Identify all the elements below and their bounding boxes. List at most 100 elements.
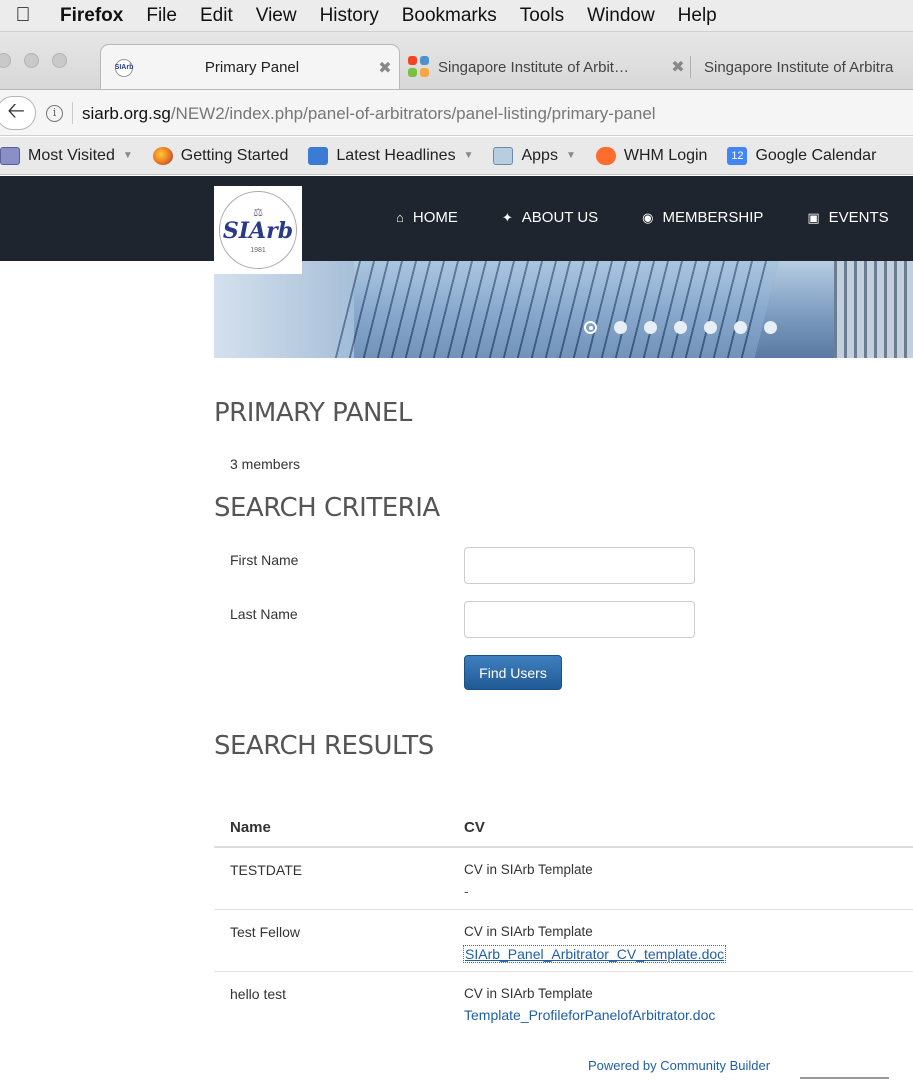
tab-singapore-institute-1[interactable]: Singapore Institute of Arbit… ✖ [402,44,692,89]
menu-file[interactable]: File [146,5,177,27]
tab-singapore-institute-2[interactable]: Singapore Institute of Arbitra [704,44,913,89]
page-title: PRIMARY PANEL [214,398,412,428]
chevron-down-icon: ▼ [463,150,474,161]
hero-banner [214,261,913,358]
menu-tools[interactable]: Tools [520,5,564,27]
siarb-logo[interactable]: ⚖ SIArb 1981 [214,186,302,274]
chevron-down-icon: ▼ [565,150,576,161]
firefox-icon [152,146,173,165]
nav-membership[interactable]: ◉ MEMBERSHIP [642,209,763,226]
minimize-window-button[interactable] [24,53,39,68]
table-header: Name CV [214,806,913,848]
close-tab-icon[interactable]: ✖ [664,57,692,77]
slider-dot[interactable] [704,321,717,334]
slider-dot[interactable] [674,321,687,334]
first-name-input[interactable] [464,547,695,584]
bookmark-label: Latest Headlines [336,146,456,164]
menu-help[interactable]: Help [678,5,717,27]
column-header-name: Name [230,819,271,836]
close-window-button[interactable] [0,53,11,68]
first-name-label: First Name [230,552,299,568]
main-nav: ⌂ HOME ✦ ABOUT US ◉ MEMBERSHIP ▣ EVENTS [396,209,913,226]
bookmark-label: Most Visited [28,146,115,164]
slider-dot[interactable] [584,321,597,334]
cv-empty: - [464,883,469,899]
back-button[interactable]: 🡠 [0,96,36,130]
bookmark-most-visited[interactable]: Most Visited ▼ [0,146,133,165]
chevron-down-icon: ▼ [122,150,133,161]
results-table: Name CV TESTDATE CV in SIArb Template - … [214,806,913,1034]
last-name-label: Last Name [230,606,298,622]
slider-dot[interactable] [644,321,657,334]
banner-building-right [834,261,913,358]
tab-divider [690,56,691,78]
member-name[interactable]: TESTDATE [230,862,302,878]
member-name[interactable]: Test Fellow [230,924,300,940]
cv-label: CV in SIArb Template [464,924,593,939]
menu-bookmarks[interactable]: Bookmarks [402,5,497,27]
nav-home[interactable]: ⌂ HOME [396,209,458,226]
globe-icon: ◉ [642,209,654,225]
nav-label: ABOUT US [521,209,599,226]
site-info-icon[interactable]: i [46,105,63,122]
cpanel-icon [595,146,616,165]
zoom-window-button[interactable] [52,53,67,68]
bookmark-apps[interactable]: Apps ▼ [493,146,576,165]
bookmark-label: Google Calendar [755,146,877,164]
cv-label: CV in SIArb Template [464,862,593,877]
column-header-cv: CV [464,819,485,836]
siarb-favicon-icon: SIArb [115,58,133,77]
table-row: Test Fellow CV in SIArb Template SIArb_P… [214,910,913,972]
slider-dots [584,321,794,334]
footer-divider [800,1077,889,1079]
close-tab-icon[interactable]: ✖ [371,58,399,78]
powered-by-link[interactable]: Powered by Community Builder [588,1058,770,1073]
url-divider [72,102,73,124]
slider-dot[interactable] [734,321,747,334]
menu-history[interactable]: History [320,5,379,27]
table-row: TESTDATE CV in SIArb Template - [214,848,913,910]
nav-about-us[interactable]: ✦ ABOUT US [502,209,598,226]
last-name-input[interactable] [464,601,695,638]
menu-firefox[interactable]: Firefox [60,5,123,27]
tab-primary-panel[interactable]: SIArb Primary Panel ✖ [100,44,400,89]
mac-menu-bar:  Firefox File Edit View History Bookmar… [0,0,913,32]
logo-text: SIArb [222,217,294,244]
slider-dot[interactable] [764,321,777,334]
cv-download-link[interactable]: Template_ProfileforPanelofArbitrator.doc [464,1007,715,1023]
slider-dot[interactable] [614,321,627,334]
magic-wand-icon: ✦ [501,209,513,225]
nav-label: HOME [412,209,458,226]
bookmark-whm-login[interactable]: WHM Login [595,146,708,165]
bookmark-label: WHM Login [623,146,708,164]
navigation-bar: 🡠 i siarb.org.sg/NEW2/index.php/panel-of… [0,90,913,136]
joomla-icon [408,56,430,78]
member-name[interactable]: hello test [230,986,286,1002]
url-field[interactable]: siarb.org.sg/NEW2/index.php/panel-of-arb… [82,104,656,124]
menu-edit[interactable]: Edit [200,5,233,27]
search-criteria-heading: SEARCH CRITERIA [214,493,440,523]
nav-label: EVENTS [828,209,889,226]
apple-icon[interactable]:  [0,4,46,27]
bookmark-google-calendar[interactable]: 12 Google Calendar [727,146,877,165]
bookmark-getting-started[interactable]: Getting Started [152,146,288,165]
most-visited-icon [0,146,20,165]
logo-seal: ⚖ SIArb 1981 [219,191,297,269]
find-users-button[interactable]: Find Users [464,655,562,690]
url-path: /NEW2/index.php/panel-of-arbitrators/pan… [170,104,656,123]
banner-sky [214,261,354,358]
bookmark-latest-headlines[interactable]: Latest Headlines ▼ [308,146,474,165]
nav-label: MEMBERSHIP [662,209,764,226]
tab-title: Primary Panel [204,59,300,76]
gift-icon: ▣ [807,209,820,225]
menu-window[interactable]: Window [587,5,655,27]
cv-download-link[interactable]: SIArb_Panel_Arbitrator_CV_template.doc [463,945,727,963]
calendar-icon: 12 [727,146,748,165]
nav-events[interactable]: ▣ EVENTS [807,209,888,226]
table-row: hello test CV in SIArb Template Template… [214,972,913,1034]
cv-label: CV in SIArb Template [464,986,593,1001]
banner-building [326,261,782,358]
menu-view[interactable]: View [256,5,297,27]
search-results-heading: SEARCH RESULTS [214,731,434,761]
tab-title: Singapore Institute of Arbitra [704,58,894,76]
